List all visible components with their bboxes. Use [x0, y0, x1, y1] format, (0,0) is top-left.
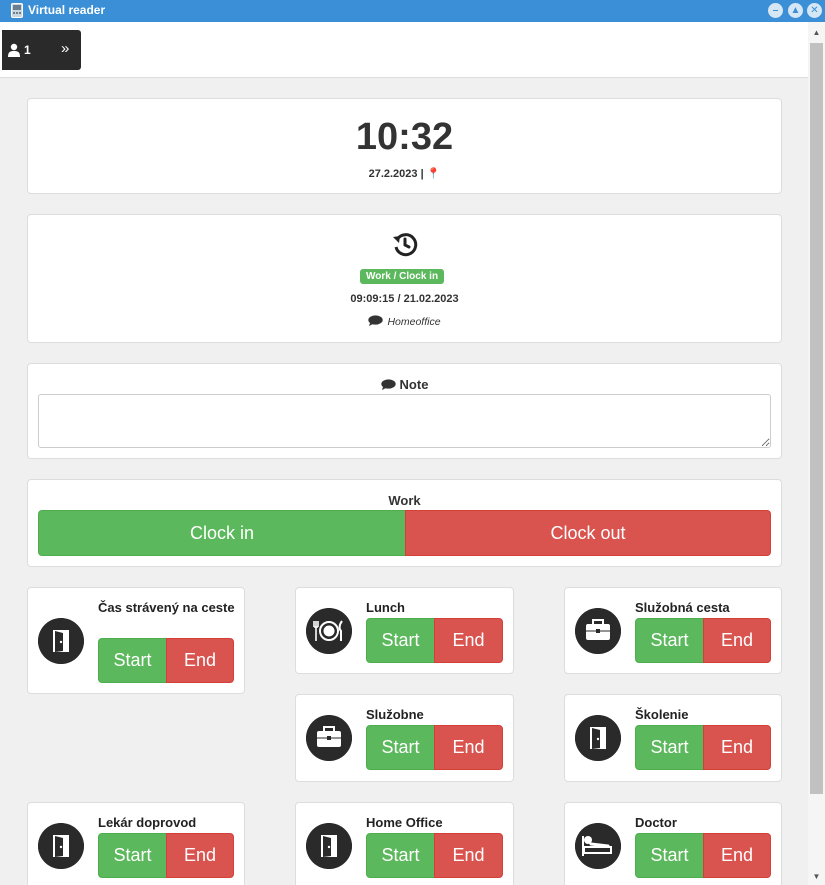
last-event-note-text: Homeoffice: [387, 316, 441, 328]
activity-start-button[interactable]: Start: [635, 833, 704, 878]
activity-title: Lunch: [366, 600, 405, 615]
activity-title: Čas strávený na ceste: [98, 600, 235, 615]
status-badge: Work / Clock in: [360, 269, 445, 284]
door-icon: [38, 618, 84, 664]
activity-start-button[interactable]: Start: [635, 618, 704, 663]
clock-panel: 10:32 27.2.2023 | 📍: [27, 98, 782, 194]
window-titlebar: Virtual reader – ▲ ✕: [0, 0, 825, 22]
scrollbar-thumb[interactable]: [810, 43, 823, 794]
location-pin-icon: 📍: [426, 168, 441, 180]
activity-title: Služobne: [366, 707, 424, 722]
activity-card-doctor: Doctor Start End: [564, 802, 782, 885]
plate-fork-knife-icon: [306, 608, 352, 654]
comment-icon: [368, 315, 384, 326]
activity-title: Služobná cesta: [635, 600, 730, 615]
activity-card-sluzobne: Služobne Start End: [295, 694, 514, 782]
user-count: 1: [24, 43, 31, 57]
scroll-up-icon[interactable]: ▲: [808, 24, 825, 41]
clock-out-button[interactable]: Clock out: [405, 510, 771, 556]
last-event-date: 21.02.2023: [403, 293, 459, 305]
door-icon: [306, 823, 352, 869]
activity-end-button[interactable]: End: [166, 638, 234, 683]
activity-card-training: Školenie Start End: [564, 694, 782, 782]
activity-start-button[interactable]: Start: [98, 638, 167, 683]
activity-end-button[interactable]: End: [703, 618, 771, 663]
activity-start-button[interactable]: Start: [366, 725, 435, 770]
activity-title: Školenie: [635, 707, 689, 722]
activity-title: Doctor: [635, 815, 677, 830]
minimize-icon[interactable]: –: [768, 3, 783, 18]
history-icon: [393, 233, 418, 257]
activity-start-button[interactable]: Start: [635, 725, 704, 770]
note-label-row: Note: [28, 377, 781, 393]
activity-card-home-office: Home Office Start End: [295, 802, 514, 885]
activity-card-business-trip: Služobná cesta Start End: [564, 587, 782, 674]
reader-device-icon: [11, 3, 23, 18]
current-date: 27.2.2023 |: [368, 168, 424, 180]
user-icon: [8, 43, 20, 57]
activity-card-travel-time: Čas strávený na ceste Start End: [27, 587, 245, 694]
user-menu-button[interactable]: 1 »: [2, 30, 81, 70]
top-toolbar: 1 »: [0, 22, 808, 78]
activity-start-button[interactable]: Start: [366, 833, 435, 878]
window-title: Virtual reader: [28, 3, 106, 17]
activity-card-lunch: Lunch Start End: [295, 587, 514, 674]
door-icon: [38, 823, 84, 869]
current-date-line: 27.2.2023 | 📍: [28, 167, 781, 181]
activity-start-button[interactable]: Start: [98, 833, 167, 878]
briefcase-icon: [575, 608, 621, 654]
activity-end-button[interactable]: End: [434, 833, 503, 878]
note-textarea[interactable]: [38, 394, 771, 448]
double-chevron-right-icon: »: [61, 40, 70, 57]
activity-start-button[interactable]: Start: [366, 618, 435, 663]
last-event-note: Homeoffice: [28, 315, 781, 329]
activity-end-button[interactable]: End: [703, 725, 771, 770]
activity-title: Lekár doprovod: [98, 815, 197, 830]
patient-bed-icon: [575, 823, 621, 869]
vertical-scrollbar[interactable]: ▲ ▼: [808, 22, 825, 885]
maximize-icon[interactable]: ▲: [788, 3, 803, 18]
activity-end-button[interactable]: End: [434, 618, 503, 663]
work-label: Work: [388, 493, 421, 508]
last-event-separator: /: [394, 293, 404, 305]
last-event-time: 09:09:15: [350, 293, 395, 305]
current-time: 10:32: [355, 116, 454, 158]
scroll-down-icon[interactable]: ▼: [808, 868, 825, 885]
note-panel: Note: [27, 363, 782, 459]
activity-end-button[interactable]: End: [166, 833, 234, 878]
last-event-datetime: 09:09:15 / 21.02.2023: [28, 292, 781, 306]
clock-in-button[interactable]: Clock in: [38, 510, 406, 556]
activity-end-button[interactable]: End: [434, 725, 503, 770]
comment-icon: [380, 379, 396, 390]
activity-card-doctor-escort: Lekár doprovod Start End: [27, 802, 245, 885]
note-label: Note: [399, 377, 429, 392]
activity-end-button[interactable]: End: [703, 833, 771, 878]
close-icon[interactable]: ✕: [807, 3, 822, 18]
door-icon: [575, 715, 621, 761]
last-event-panel: Work / Clock in 09:09:15 / 21.02.2023 Ho…: [27, 214, 782, 343]
briefcase-icon: [306, 715, 352, 761]
activity-title: Home Office: [366, 815, 443, 830]
work-panel: Work Clock in Clock out: [27, 479, 782, 567]
